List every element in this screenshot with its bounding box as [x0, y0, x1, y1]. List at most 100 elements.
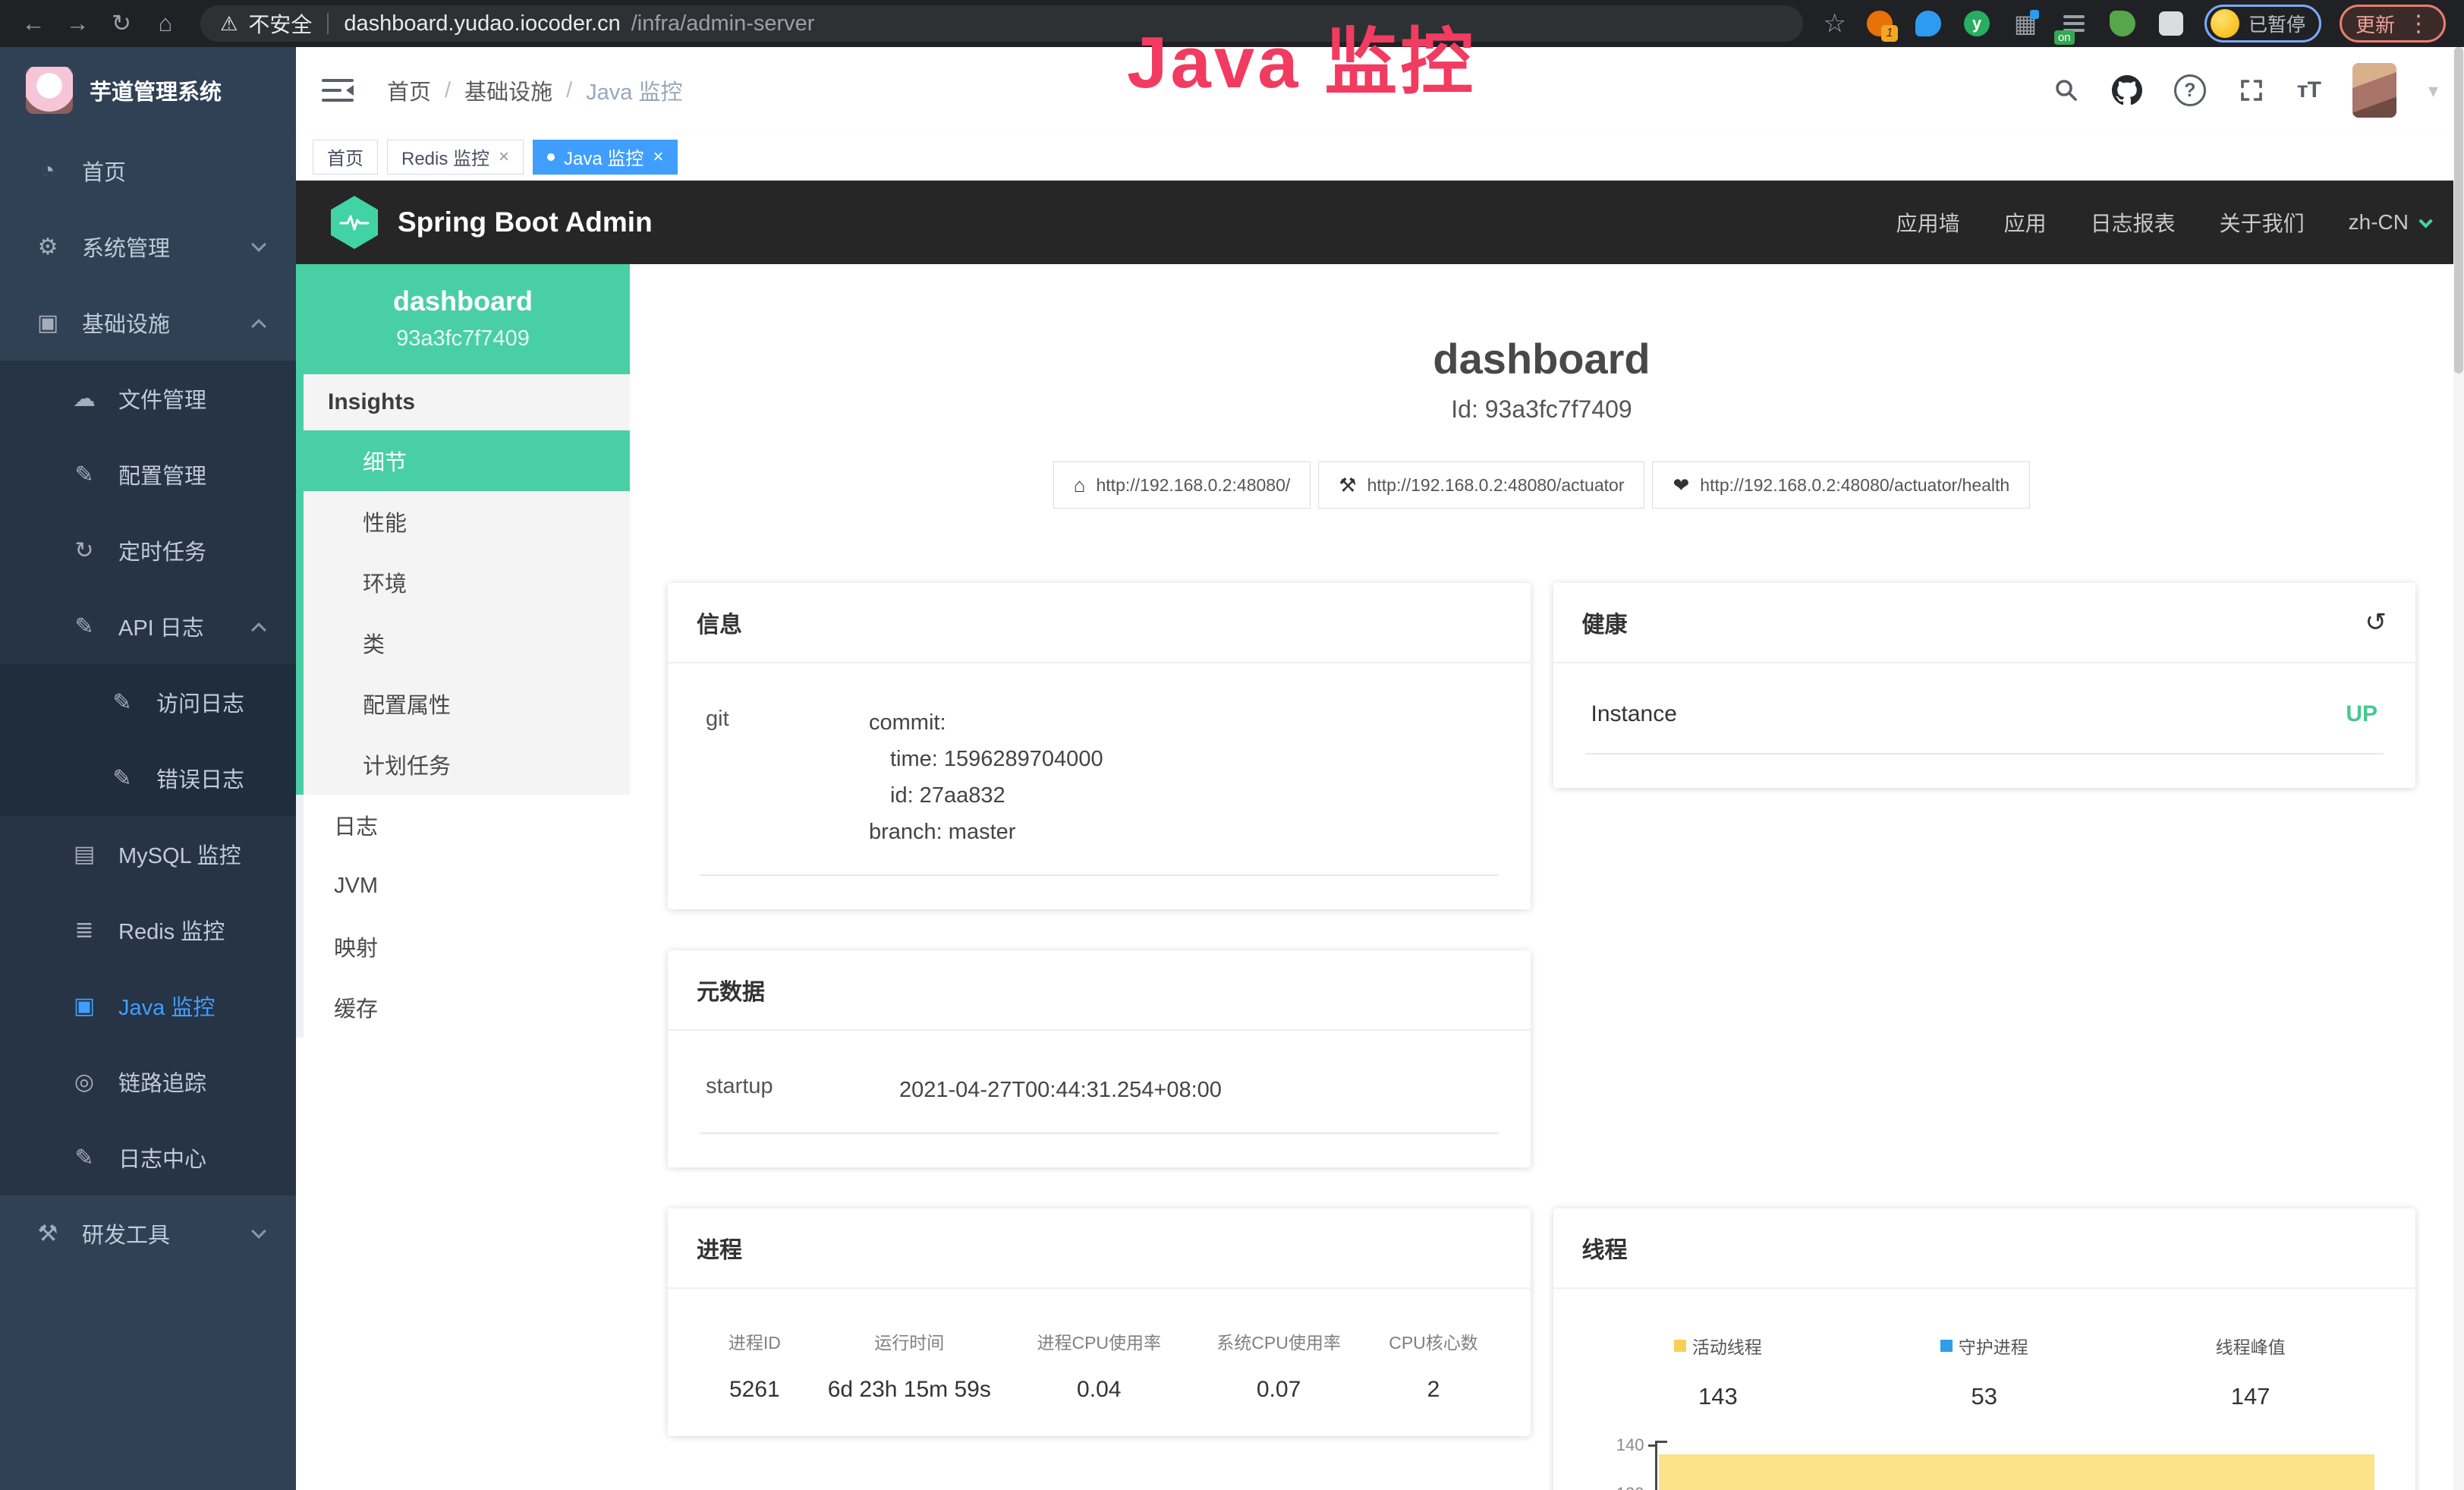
sidebar-item-dev-tools[interactable]: ⚒ 研发工具: [0, 1195, 296, 1271]
service-url-link[interactable]: ⌂ http://192.168.0.2:48080/: [1053, 461, 1311, 509]
sba-item-environment[interactable]: 环境: [304, 552, 630, 613]
sidebar-item-config[interactable]: ✎ 配置管理: [0, 436, 296, 512]
tag-java-monitor[interactable]: Java 监控 ×: [533, 140, 678, 175]
help-icon[interactable]: ?: [2174, 74, 2206, 106]
sidebar-item-jobs[interactable]: ↻ 定时任务: [0, 512, 296, 588]
card-title: 进程: [697, 1231, 742, 1265]
active-dot-icon: [547, 153, 555, 161]
app-sidebar: 芋道管理系统 ◔ 首页 ⚙ 系统管理 ▣ 基础设施 ☁ 文件管理 ✎ 配置管理 …: [0, 47, 296, 1490]
sba-item-config-props[interactable]: 配置属性: [304, 673, 630, 734]
extensions-puzzle-icon[interactable]: [2156, 8, 2186, 39]
sba-nav-about[interactable]: 关于我们: [2220, 207, 2305, 238]
sidebar-item-label: 链路追踪: [118, 1066, 206, 1098]
sba-nav-wallboard[interactable]: 应用墙: [1896, 207, 1960, 238]
metadata-value: 2021-04-27T00:44:31.254+08:00: [899, 1072, 1222, 1108]
user-avatar[interactable]: [2352, 63, 2396, 118]
scrollbar-thumb[interactable]: [2454, 47, 2463, 373]
metadata-card-header: 元数据: [668, 950, 1531, 1031]
font-size-icon[interactable]: тT: [2297, 77, 2321, 103]
avatar-caret-icon[interactable]: ▾: [2428, 79, 2438, 102]
sidebar-item-system[interactable]: ⚙ 系统管理: [0, 209, 296, 285]
sidebar-item-home[interactable]: ◔ 首页: [0, 133, 296, 209]
sidebar-item-label: 基础设施: [82, 307, 170, 339]
tag-home[interactable]: 首页: [313, 140, 378, 175]
process-col-header: 进程ID: [700, 1328, 810, 1354]
sba-item-logs[interactable]: 日志: [296, 795, 630, 855]
home-icon[interactable]: ⌂: [146, 4, 185, 43]
sidebar-item-redis[interactable]: ≣ Redis 监控: [0, 892, 296, 968]
live-threads-legend-icon: [1674, 1340, 1686, 1352]
sidebar-item-files[interactable]: ☁ 文件管理: [0, 361, 296, 436]
sidebar-item-java-monitor[interactable]: ▣ Java 监控: [0, 968, 296, 1044]
pencil-icon: ✎: [70, 613, 99, 640]
sba-item-classes[interactable]: 类: [304, 613, 630, 673]
process-cpu: 0.04: [1009, 1377, 1189, 1403]
extension-list-icon[interactable]: on: [2059, 8, 2089, 39]
extension-leaf-icon[interactable]: [2107, 8, 2138, 39]
sidebar-item-infra[interactable]: ▣ 基础设施: [0, 285, 296, 361]
sidebar-item-api-log[interactable]: ✎ API 日志: [0, 588, 296, 664]
extension-pin-icon[interactable]: [1913, 8, 1943, 39]
tag-redis-monitor[interactable]: Redis 监控 ×: [387, 140, 524, 175]
sba-item-jvm[interactable]: JVM: [296, 855, 630, 916]
forward-icon[interactable]: →: [58, 4, 97, 43]
sba-navbar: Spring Boot Admin 应用墙 应用 日志报表 关于我们 zh-CN: [296, 181, 2464, 264]
chrome-update-button[interactable]: 更新 ⋮: [2340, 5, 2446, 43]
sidebar-item-access-log[interactable]: ✎ 访问日志: [0, 664, 296, 740]
history-icon[interactable]: ↺: [2365, 607, 2387, 638]
sba-nav-journal[interactable]: 日志报表: [2091, 207, 2176, 238]
page-scrollbar[interactable]: [2453, 47, 2464, 1490]
extension-grid-icon[interactable]: ▦: [2010, 8, 2041, 39]
sba-item-caches[interactable]: 缓存: [296, 977, 630, 1038]
sba-nav-applications[interactable]: 应用: [2004, 207, 2047, 238]
sidebar-item-error-log[interactable]: ✎ 错误日志: [0, 740, 296, 816]
reload-icon[interactable]: ↻: [102, 4, 141, 43]
stat-label: 守护进程: [1959, 1333, 2028, 1359]
wrench-icon: ⚒: [1339, 474, 1356, 497]
sba-item-metrics[interactable]: 性能: [304, 491, 630, 552]
fullscreen-icon[interactable]: [2238, 77, 2265, 104]
health-url-link[interactable]: ❤ http://192.168.0.2:48080/actuator/heal…: [1652, 461, 2030, 509]
card-title: 线程: [1582, 1231, 1628, 1265]
health-card: 健康 ↺ Instance UP: [1553, 583, 2416, 788]
bookmark-star-icon[interactable]: ☆: [1823, 8, 1846, 39]
extension-y-icon[interactable]: y: [1962, 8, 1992, 39]
browser-menu-icon[interactable]: ⋮: [2407, 11, 2430, 37]
service-url: http://192.168.0.2:48080/: [1097, 475, 1291, 496]
pencil-icon: ✎: [108, 689, 137, 716]
actuator-url-link[interactable]: ⚒ http://192.168.0.2:48080/actuator: [1318, 461, 1644, 509]
sidebar-item-log-center[interactable]: ✎ 日志中心: [0, 1120, 296, 1195]
back-icon[interactable]: ←: [14, 4, 53, 43]
info-git-row: git commit: time: 1596289704000 id: 27aa…: [700, 695, 1499, 876]
live-threads-area-series: [1659, 1454, 2375, 1490]
cpu-cores: 2: [1368, 1377, 1498, 1403]
peak-threads-value: 147: [2117, 1383, 2384, 1410]
page-subtitle: Id: 93a3fc7f7409: [668, 395, 2415, 424]
sba-item-details[interactable]: 细节: [304, 430, 630, 491]
close-icon[interactable]: ×: [653, 146, 663, 168]
github-icon[interactable]: [2112, 75, 2142, 106]
address-bar[interactable]: ⚠ 不安全 dashboard.yudao.iocoder.cn/infra/a…: [200, 5, 1803, 42]
chevron-down-icon: [251, 1224, 266, 1239]
home-icon: ⌂: [1074, 474, 1086, 497]
security-label: 不安全: [248, 8, 312, 39]
close-icon[interactable]: ×: [499, 146, 509, 168]
sidebar-item-tracing[interactable]: ◎ 链路追踪: [0, 1044, 296, 1120]
gear-icon: ⚙: [33, 234, 62, 260]
sidebar-item-label: MySQL 监控: [118, 838, 241, 870]
search-icon[interactable]: [2053, 77, 2080, 104]
breadcrumb-home[interactable]: 首页: [387, 74, 431, 106]
sidebar-toggle-icon[interactable]: [322, 79, 354, 102]
status-badge: UP: [2346, 701, 2377, 727]
tag-label: 首页: [327, 143, 363, 170]
spring-boot-admin-logo[interactable]: [331, 196, 378, 249]
sba-brand-title[interactable]: Spring Boot Admin: [398, 206, 653, 238]
breadcrumb-infra[interactable]: 基础设施: [464, 74, 552, 106]
sba-locale-select[interactable]: zh-CN: [2349, 210, 2429, 235]
extension-orange-icon[interactable]: 1: [1865, 8, 1895, 39]
sidebar-item-mysql[interactable]: ▤ MySQL 监控: [0, 816, 296, 892]
sba-item-mappings[interactable]: 映射: [296, 916, 630, 977]
y-tick-140: 140: [1616, 1435, 1644, 1455]
profile-chip[interactable]: 已暂停: [2204, 5, 2321, 43]
sba-item-scheduled-tasks[interactable]: 计划任务: [304, 734, 630, 795]
